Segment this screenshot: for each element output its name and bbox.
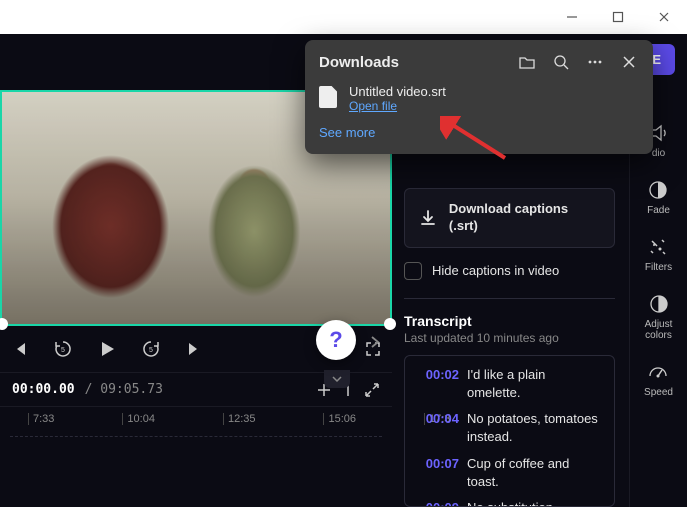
panel-divider xyxy=(404,298,615,299)
rewind-5s-button[interactable]: 5 xyxy=(50,336,76,362)
folder-icon xyxy=(518,53,536,71)
transcript-list[interactable]: 00:02I'd like a plain omelette. 00:04No … xyxy=(404,355,615,507)
timeline-track[interactable] xyxy=(10,436,382,476)
transcript-timestamp[interactable]: 00:04 xyxy=(417,410,459,446)
resize-handle-br[interactable] xyxy=(384,318,396,330)
window-close-button[interactable] xyxy=(641,0,687,34)
sidebar-label: Speed xyxy=(644,387,673,398)
transcript-heading: Transcript xyxy=(404,313,615,329)
timeline-ruler[interactable]: 7:33 10:04 12:35 15:06 17:3 xyxy=(0,406,392,430)
svg-text:5: 5 xyxy=(149,347,153,354)
transcript-line[interactable]: 00:04No potatoes, tomatoes instead. xyxy=(417,410,602,446)
hide-captions-label: Hide captions in video xyxy=(432,263,559,278)
download-captions-label: Download captions (.srt) xyxy=(449,201,600,235)
downloads-more-button[interactable] xyxy=(585,52,605,72)
forward-5s-button[interactable]: 5 xyxy=(138,336,164,362)
expand-chevron-right[interactable] xyxy=(370,335,380,349)
download-captions-button[interactable]: Download captions (.srt) xyxy=(404,188,615,248)
ruler-mark: 15:06 xyxy=(323,413,356,425)
downloads-folder-button[interactable] xyxy=(517,52,537,72)
sidebar-item-fade[interactable]: Fade xyxy=(647,179,670,216)
transcript-line[interactable]: 00:07Cup of coffee and toast. xyxy=(417,455,602,491)
ruler-mark: 12:35 xyxy=(223,413,256,425)
transcript-text: I'd like a plain omelette. xyxy=(467,366,602,402)
svg-text:5: 5 xyxy=(61,347,65,354)
sidebar-item-filters[interactable]: Filters xyxy=(645,236,672,273)
transcript-line[interactable]: 00:02I'd like a plain omelette. xyxy=(417,366,602,402)
transcript-timestamp[interactable]: 00:02 xyxy=(417,366,459,402)
transcript-timestamp[interactable]: 00:07 xyxy=(417,455,459,491)
skip-back-button[interactable] xyxy=(6,336,32,362)
hide-captions-checkbox[interactable] xyxy=(404,262,422,280)
ruler-mark: 7:33 xyxy=(28,413,54,425)
transcript-header: Transcript Last updated 10 minutes ago xyxy=(404,313,615,345)
fade-icon xyxy=(647,179,669,201)
play-button[interactable] xyxy=(94,336,120,362)
download-file-row[interactable]: Untitled video.srt Open file xyxy=(319,84,639,113)
downloads-title: Downloads xyxy=(319,54,503,71)
window-titlebar xyxy=(0,0,687,34)
window-minimize-button[interactable] xyxy=(549,0,595,34)
more-icon xyxy=(586,53,604,71)
speed-icon xyxy=(647,361,669,383)
download-file-name: Untitled video.srt xyxy=(349,84,446,99)
downloads-search-button[interactable] xyxy=(551,52,571,72)
open-file-link[interactable]: Open file xyxy=(349,99,446,113)
adjust-icon xyxy=(648,293,670,315)
collapse-button[interactable] xyxy=(364,382,380,398)
sidebar-item-adjust-colors[interactable]: Adjust colors xyxy=(630,293,687,341)
hide-captions-row[interactable]: Hide captions in video xyxy=(404,262,615,280)
sidebar-label: Filters xyxy=(645,262,672,273)
sidebar-item-speed[interactable]: Speed xyxy=(644,361,673,398)
transcript-text: No substitution. xyxy=(467,499,557,507)
sidebar-label: Fade xyxy=(647,205,670,216)
sidebar-label: Adjust colors xyxy=(630,319,687,341)
question-icon: ? xyxy=(329,327,342,353)
file-icon xyxy=(319,86,337,108)
window-maximize-button[interactable] xyxy=(595,0,641,34)
current-time-label: 00:00.00 xyxy=(12,382,75,397)
transcript-updated: Last updated 10 minutes ago xyxy=(404,331,615,345)
search-icon xyxy=(552,53,570,71)
downloads-close-button[interactable] xyxy=(619,52,639,72)
skip-forward-button[interactable] xyxy=(182,336,208,362)
transcript-timestamp[interactable]: 00:09 xyxy=(417,499,459,507)
collapse-tray[interactable] xyxy=(324,370,350,388)
total-time-label: / 09:05.73 xyxy=(85,382,163,397)
download-icon xyxy=(419,209,437,227)
close-icon xyxy=(621,54,637,70)
transcript-text: No potatoes, tomatoes instead. xyxy=(467,410,602,446)
ruler-mark: 10:04 xyxy=(122,413,155,425)
annotation-arrow xyxy=(440,116,510,166)
transcript-line[interactable]: 00:09 No substitution. xyxy=(417,499,602,507)
filters-icon xyxy=(647,236,669,258)
help-button[interactable]: ? xyxy=(316,320,356,360)
sidebar-label: dio xyxy=(652,148,665,159)
export-label: E xyxy=(652,52,661,67)
transcript-text: Cup of coffee and toast. xyxy=(467,455,602,491)
